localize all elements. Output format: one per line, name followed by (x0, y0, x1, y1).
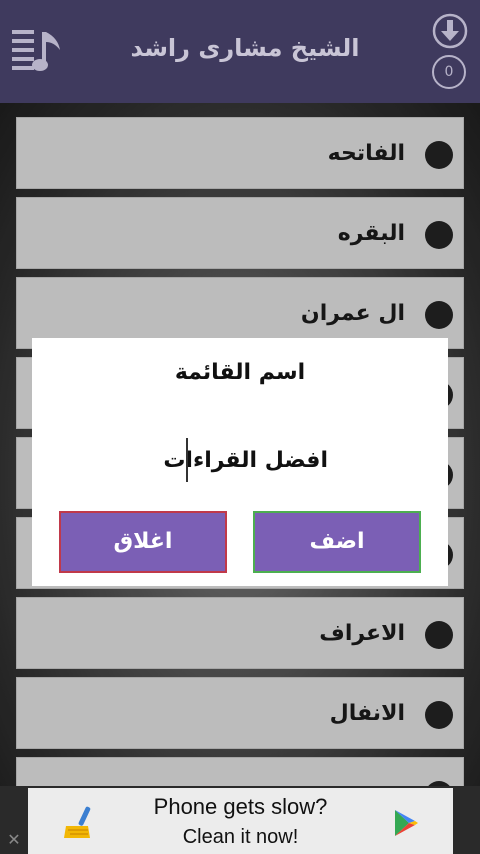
close-button[interactable]: اغلاق (59, 511, 227, 573)
ad-close-icon[interactable]: ✕ (4, 830, 24, 850)
playlist-name-input[interactable] (152, 436, 328, 484)
text-caret (186, 438, 188, 482)
download-icon[interactable] (432, 13, 468, 49)
page-title: الشيخ مشارى راشد (130, 34, 360, 62)
dialog-title: اسم القائمة (174, 360, 306, 385)
add-button[interactable]: اضف (253, 511, 421, 573)
playlist-icon[interactable] (10, 24, 64, 76)
ad-content[interactable]: Phone gets slow? Clean it now! (28, 788, 453, 854)
playlist-name-dialog: اسم القائمة اغلاق اضف (32, 338, 448, 586)
ad-headline: Phone gets slow? (153, 794, 328, 819)
ad-banner[interactable]: ✕ Phone gets slow? Clean it now! (0, 786, 480, 854)
app-header: الشيخ مشارى راشد 0 (0, 0, 480, 103)
download-count-badge[interactable]: 0 (432, 55, 466, 89)
play-store-icon (395, 810, 418, 836)
ad-subline: Clean it now! (182, 826, 299, 848)
